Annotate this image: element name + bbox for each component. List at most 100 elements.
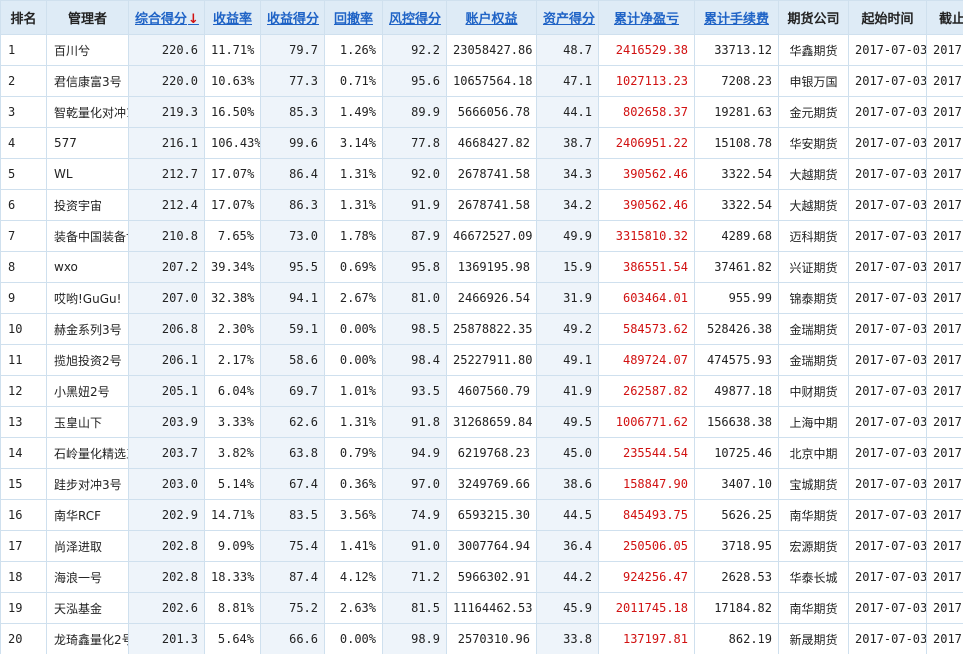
cell-rank: 3 bbox=[1, 97, 47, 128]
cell-equity: 10657564.18 bbox=[447, 66, 537, 97]
cell-manager: 玉皇山下 bbox=[47, 407, 129, 438]
cell-risk-score: 77.8 bbox=[383, 128, 447, 159]
cell-risk-score: 98.5 bbox=[383, 314, 447, 345]
cell-company: 上海中期 bbox=[779, 407, 849, 438]
cell-risk-score: 94.9 bbox=[383, 438, 447, 469]
cell-composite-score: 201.3 bbox=[129, 624, 205, 654]
cell-asset-score: 33.8 bbox=[537, 624, 599, 654]
cell-cum-fee: 528426.38 bbox=[695, 314, 779, 345]
cell-return-score: 79.7 bbox=[261, 35, 325, 66]
cell-cum-pnl: 2011745.18 bbox=[599, 593, 695, 624]
cell-risk-score: 95.6 bbox=[383, 66, 447, 97]
col-header-cum-fee[interactable]: 累计手续费 bbox=[695, 1, 779, 35]
cell-composite-score: 210.8 bbox=[129, 221, 205, 252]
cell-equity: 6593215.30 bbox=[447, 500, 537, 531]
cell-equity: 2570310.96 bbox=[447, 624, 537, 654]
cell-rank: 2 bbox=[1, 66, 47, 97]
cell-rank: 19 bbox=[1, 593, 47, 624]
cell-company: 南华期货 bbox=[779, 593, 849, 624]
table-row: 2君信康富3号220.010.63%77.30.71%95.610657564.… bbox=[1, 66, 963, 97]
cell-end-date: 2017-07-25 bbox=[927, 66, 963, 97]
cell-composite-score: 207.0 bbox=[129, 283, 205, 314]
col-header-asset-score[interactable]: 资产得分 bbox=[537, 1, 599, 35]
cell-manager: 龙琦鑫量化2号 bbox=[47, 624, 129, 654]
cell-start-date: 2017-07-03 bbox=[849, 376, 927, 407]
cell-end-date: 2017-07-25 bbox=[927, 469, 963, 500]
cell-cum-pnl: 390562.46 bbox=[599, 190, 695, 221]
cell-return-score: 77.3 bbox=[261, 66, 325, 97]
cell-composite-score: 207.2 bbox=[129, 252, 205, 283]
cell-start-date: 2017-07-03 bbox=[849, 128, 927, 159]
cell-asset-score: 44.1 bbox=[537, 97, 599, 128]
cell-end-date: 2017-07-25 bbox=[927, 128, 963, 159]
cell-return-rate: 2.17% bbox=[205, 345, 261, 376]
col-header-risk-score[interactable]: 风控得分 bbox=[383, 1, 447, 35]
col-header-equity[interactable]: 账户权益 bbox=[447, 1, 537, 35]
cell-start-date: 2017-07-03 bbox=[849, 469, 927, 500]
cell-asset-score: 36.4 bbox=[537, 531, 599, 562]
sort-desc-icon[interactable]: ↓ bbox=[188, 12, 199, 27]
cell-asset-score: 49.2 bbox=[537, 314, 599, 345]
cell-return-score: 63.8 bbox=[261, 438, 325, 469]
cell-cum-pnl: 158847.90 bbox=[599, 469, 695, 500]
cell-manager: WL bbox=[47, 159, 129, 190]
cell-cum-fee: 19281.63 bbox=[695, 97, 779, 128]
table-row: 8wxo207.239.34%95.50.69%95.81369195.9815… bbox=[1, 252, 963, 283]
cell-risk-score: 87.9 bbox=[383, 221, 447, 252]
cell-rank: 4 bbox=[1, 128, 47, 159]
cell-company: 迈科期货 bbox=[779, 221, 849, 252]
cell-asset-score: 44.5 bbox=[537, 500, 599, 531]
cell-return-rate: 39.34% bbox=[205, 252, 261, 283]
cell-company: 华安期货 bbox=[779, 128, 849, 159]
cell-manager: 装备中国装备世 bbox=[47, 221, 129, 252]
table-row: 3智乾量化对冲1·219.316.50%85.31.49%89.95666056… bbox=[1, 97, 963, 128]
cell-return-score: 86.3 bbox=[261, 190, 325, 221]
table-row: 6投资宇宙212.417.07%86.31.31%91.92678741.583… bbox=[1, 190, 963, 221]
cell-return-score: 58.6 bbox=[261, 345, 325, 376]
cell-cum-fee: 156638.38 bbox=[695, 407, 779, 438]
cell-manager: 投资宇宙 bbox=[47, 190, 129, 221]
cell-cum-pnl: 386551.54 bbox=[599, 252, 695, 283]
cell-manager: 海浪一号 bbox=[47, 562, 129, 593]
table-row: 5WL212.717.07%86.41.31%92.02678741.5834.… bbox=[1, 159, 963, 190]
cell-cum-pnl: 845493.75 bbox=[599, 500, 695, 531]
cell-cum-pnl: 924256.47 bbox=[599, 562, 695, 593]
cell-return-rate: 17.07% bbox=[205, 190, 261, 221]
cell-company: 金元期货 bbox=[779, 97, 849, 128]
cell-equity: 5666056.78 bbox=[447, 97, 537, 128]
col-header-composite-score-label[interactable]: 综合得分 bbox=[135, 12, 187, 27]
cell-rank: 16 bbox=[1, 500, 47, 531]
ranking-table: 排名 管理者 综合得分↓ 收益率 收益得分 回撤率 风控得分 账户权益 资产得分… bbox=[0, 0, 963, 654]
cell-cum-fee: 955.99 bbox=[695, 283, 779, 314]
cell-composite-score: 203.7 bbox=[129, 438, 205, 469]
cell-cum-fee: 5626.25 bbox=[695, 500, 779, 531]
cell-composite-score: 205.1 bbox=[129, 376, 205, 407]
col-header-cum-pnl[interactable]: 累计净盈亏 bbox=[599, 1, 695, 35]
cell-cum-pnl: 2416529.38 bbox=[599, 35, 695, 66]
cell-composite-score: 219.3 bbox=[129, 97, 205, 128]
cell-risk-score: 91.0 bbox=[383, 531, 447, 562]
cell-rank: 17 bbox=[1, 531, 47, 562]
cell-drawdown: 1.31% bbox=[325, 159, 383, 190]
col-header-return-rate[interactable]: 收益率 bbox=[205, 1, 261, 35]
cell-equity: 31268659.84 bbox=[447, 407, 537, 438]
cell-drawdown: 2.63% bbox=[325, 593, 383, 624]
cell-cum-fee: 3407.10 bbox=[695, 469, 779, 500]
cell-asset-score: 34.2 bbox=[537, 190, 599, 221]
col-header-return-score[interactable]: 收益得分 bbox=[261, 1, 325, 35]
table-row: 11揽旭投资2号206.12.17%58.60.00%98.425227911.… bbox=[1, 345, 963, 376]
table-row: 18海浪一号202.818.33%87.44.12%71.25966302.91… bbox=[1, 562, 963, 593]
cell-cum-pnl: 1027113.23 bbox=[599, 66, 695, 97]
cell-manager: 石岭量化精选三 bbox=[47, 438, 129, 469]
cell-end-date: 2017-07-25 bbox=[927, 35, 963, 66]
cell-equity: 1369195.98 bbox=[447, 252, 537, 283]
col-header-drawdown[interactable]: 回撤率 bbox=[325, 1, 383, 35]
table-row: 7装备中国装备世210.87.65%73.01.78%87.946672527.… bbox=[1, 221, 963, 252]
cell-risk-score: 92.2 bbox=[383, 35, 447, 66]
cell-drawdown: 0.71% bbox=[325, 66, 383, 97]
col-header-composite-score[interactable]: 综合得分↓ bbox=[129, 1, 205, 35]
cell-cum-fee: 10725.46 bbox=[695, 438, 779, 469]
cell-start-date: 2017-07-03 bbox=[849, 283, 927, 314]
cell-rank: 5 bbox=[1, 159, 47, 190]
cell-return-score: 83.5 bbox=[261, 500, 325, 531]
